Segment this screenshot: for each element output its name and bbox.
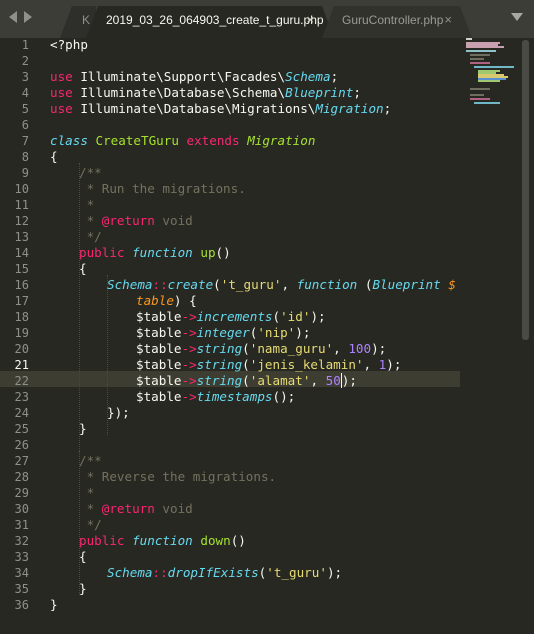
code-line: use Illuminate\Database\Migrations\Migra…	[50, 101, 392, 116]
code-line: * Reverse the migrations.	[79, 469, 277, 484]
code-line: * @return void	[79, 213, 193, 228]
code-editor[interactable]: 1 2 3 4 5 6 7 8 9 10 11 12 13 14 15 16 17 18 19 20 21 22 23 24 2…	[0, 37, 534, 634]
code-line: $table->string('nama_guru', 100);	[136, 341, 387, 356]
line-number: 12	[14, 214, 29, 228]
code-line: *	[79, 197, 95, 212]
line-number: 31	[14, 518, 29, 532]
code-line: $table->timestamps();	[136, 389, 296, 404]
line-number: 19	[14, 326, 29, 340]
line-number: 1	[21, 38, 29, 52]
code-line: * @return void	[79, 501, 193, 516]
line-number: 11	[14, 198, 29, 212]
code-line: $table->string('jenis_kelamin', 1);	[136, 357, 402, 372]
scrollbar-thumb[interactable]	[522, 40, 529, 340]
line-number: 14	[14, 246, 29, 260]
code-line: }	[79, 581, 87, 596]
line-number: 32	[14, 534, 29, 548]
code-line: $table->integer('nip');	[136, 325, 311, 340]
line-number: 8	[21, 150, 29, 164]
code-line: {	[79, 549, 87, 564]
triangle-left-icon[interactable]	[9, 11, 17, 23]
tab-guru-controller[interactable]: GuruController.php ×	[322, 6, 472, 38]
tab-label: K	[82, 13, 91, 27]
code-line: Schema::create('t_guru', function (Bluep…	[107, 277, 456, 292]
code-line: use Illuminate\Database\Schema\Blueprint…	[50, 85, 361, 100]
code-line: $table->increments('id');	[136, 309, 326, 324]
code-line: Schema::dropIfExists('t_guru');	[107, 565, 343, 580]
line-number: 6	[21, 118, 29, 132]
code-line: $table->string('alamat', 50);	[136, 373, 357, 388]
line-number: 2	[21, 54, 29, 68]
close-icon[interactable]: ×	[444, 6, 452, 34]
code-line: table) {	[136, 293, 197, 308]
line-number: 3	[21, 70, 29, 84]
triangle-right-icon[interactable]	[24, 11, 32, 23]
line-number: 28	[14, 470, 29, 484]
line-number: 29	[14, 486, 29, 500]
line-number: 27	[14, 454, 29, 468]
line-number: 17	[14, 294, 29, 308]
code-line: public function down()	[79, 533, 246, 548]
tab-bar: K 2019_03_26_064903_create_t_guru.php × G…	[0, 0, 534, 38]
minimap[interactable]	[464, 38, 520, 118]
chevron-down-icon[interactable]	[511, 13, 523, 21]
code-line: <?php	[50, 37, 88, 52]
line-number: 34	[14, 566, 29, 580]
line-number: 21	[14, 358, 29, 372]
line-number: 9	[21, 166, 29, 180]
code-line: }	[50, 597, 58, 612]
line-number: 33	[14, 550, 29, 564]
tab-active-file[interactable]: 2019_03_26_064903_create_t_guru.php ×	[86, 6, 334, 38]
code-line: {	[50, 149, 58, 164]
text-cursor: );	[340, 373, 357, 388]
code-line: });	[107, 405, 130, 420]
code-line: class CreateTGuru extends Migration	[50, 133, 316, 148]
line-number: 7	[21, 134, 29, 148]
code-line: public function up()	[79, 245, 231, 260]
code-line: /**	[79, 165, 102, 180]
code-line: use Illuminate\Support\Facades\Schema;	[50, 69, 339, 84]
line-number: 20	[14, 342, 29, 356]
line-number: 10	[14, 182, 29, 196]
line-number: 23	[14, 390, 29, 404]
line-number: 35	[14, 582, 29, 596]
code-line: {	[79, 261, 87, 276]
code-line: }	[79, 421, 87, 436]
vertical-scrollbar[interactable]	[522, 38, 530, 634]
code-line: */	[79, 517, 102, 532]
code-line: /**	[79, 453, 102, 468]
line-number: 13	[14, 230, 29, 244]
line-number: 4	[21, 86, 29, 100]
line-number: 18	[14, 310, 29, 324]
tab-label: GuruController.php	[342, 13, 444, 27]
line-number: 16	[14, 278, 29, 292]
line-number: 25	[14, 422, 29, 436]
line-number: 30	[14, 502, 29, 516]
line-number: 15	[14, 262, 29, 276]
code-line: */	[79, 229, 102, 244]
line-number: 5	[21, 102, 29, 116]
line-number: 24	[14, 406, 29, 420]
code-line: * Run the migrations.	[79, 181, 246, 196]
line-number: 26	[14, 438, 29, 452]
tab-label: 2019_03_26_064903_create_t_guru.php	[106, 13, 324, 27]
line-number: 36	[14, 598, 29, 612]
code-line: *	[79, 485, 95, 500]
close-icon[interactable]: ×	[306, 6, 314, 34]
line-number: 22	[14, 374, 29, 388]
